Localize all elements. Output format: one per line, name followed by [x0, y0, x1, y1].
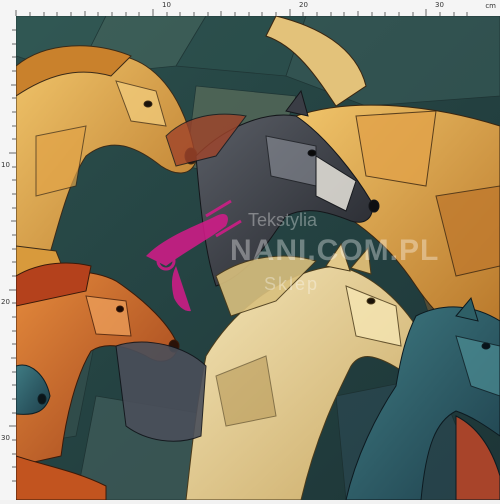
top-ruler-ticks: [15, 9, 468, 16]
left-tick-20: 20: [1, 298, 10, 306]
fabric-preview: 10 20 30 cm 10 20 30 Tekstylia NANI.COM.…: [0, 0, 500, 500]
top-tick-20: 20: [299, 1, 308, 9]
horse-pattern-artwork: Tekstylia NANI.COM.PL Sklep: [16, 16, 500, 500]
left-tick-10: 10: [1, 161, 10, 169]
left-tick-30: 30: [1, 434, 10, 442]
top-ruler: 10 20 30 cm: [0, 0, 500, 17]
top-tick-30: 30: [435, 1, 444, 9]
unit-label: cm: [485, 2, 496, 10]
left-ruler-ticks: [9, 29, 16, 482]
left-ruler: 10 20 30: [0, 16, 17, 500]
top-tick-10: 10: [162, 1, 171, 9]
stained-glass-horses: [16, 16, 500, 500]
dark-horse-lower: [115, 341, 207, 442]
